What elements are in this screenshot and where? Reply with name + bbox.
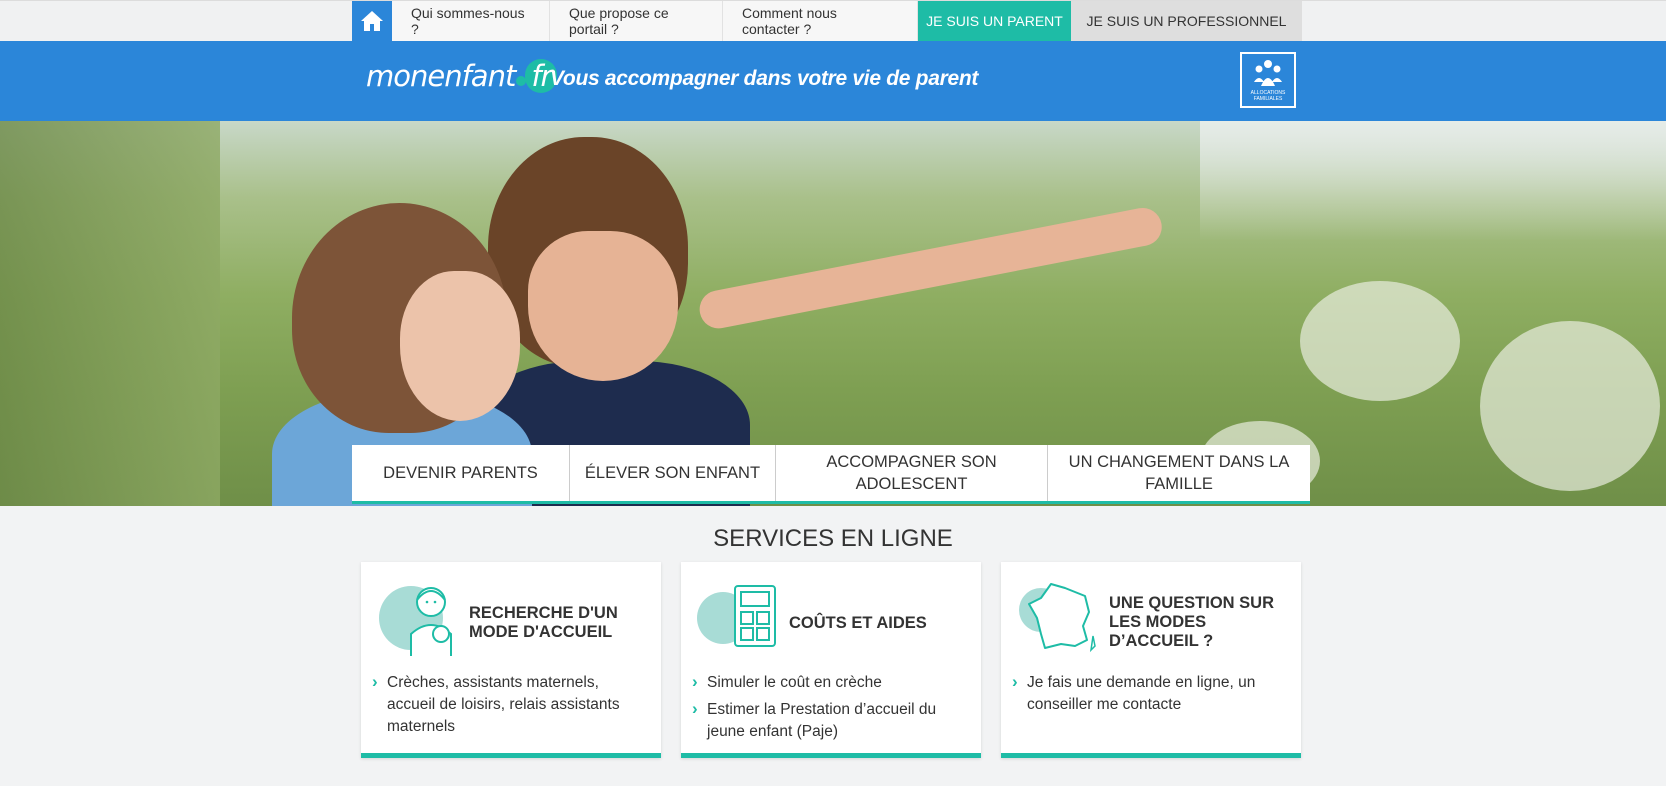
tab-changement-famille[interactable]: Un changement dans la famille — [1048, 445, 1310, 501]
nav-contact[interactable]: Comment nous contacter ? — [723, 1, 918, 41]
site-header: monenfant fr Vous accompagner dans votre … — [0, 41, 1666, 121]
hero-child-older-face — [528, 231, 678, 381]
caf-family-icon — [1254, 60, 1282, 86]
hero-blossom — [1300, 281, 1460, 401]
hero-sky — [1200, 121, 1666, 241]
service-card-title: Coûts et aides — [789, 614, 927, 632]
service-card-link[interactable]: Crèches, assistants maternels, accueil d… — [371, 671, 647, 738]
caf-logo-text: ALLOCATIONS FAMILIALES — [1250, 90, 1286, 102]
service-card-couts-aides[interactable]: Coûts et aides Simuler le coût en crèche… — [681, 562, 981, 758]
top-navigation-bar: Qui sommes-nous ? Que propose ce portail… — [352, 1, 1302, 41]
france-map-icon — [1019, 583, 1096, 653]
nav-que-propose[interactable]: Que propose ce portail ? — [550, 1, 723, 41]
tab-elever-son-enfant[interactable]: Élever son enfant — [570, 445, 776, 501]
professional-space-button[interactable]: JE SUIS UN PROFESSIONNEL — [1071, 1, 1302, 41]
hero-blossom — [1480, 321, 1660, 491]
logo-text: monenfant — [366, 59, 516, 93]
hero-child-younger-face — [400, 271, 520, 421]
site-logo[interactable]: monenfant fr — [366, 59, 558, 93]
parent-space-button[interactable]: JE SUIS UN PARENT — [918, 1, 1071, 41]
service-card-mode-accueil[interactable]: Recherche d'un mode d'accueil Crèches, a… — [361, 562, 661, 758]
service-card-list: Simuler le coût en crèche Estimer la Pre… — [691, 671, 967, 748]
tab-accompagner-adolescent[interactable]: Accompagner son adolescent — [776, 445, 1048, 501]
services-heading: SERVICES EN LIGNE — [713, 525, 953, 552]
tab-devenir-parents[interactable]: Devenir parents — [352, 445, 570, 501]
service-card-list: Je fais une demande en ligne, un conseil… — [1011, 671, 1287, 721]
home-button[interactable] — [352, 1, 392, 41]
calculator-icon — [697, 585, 776, 647]
top-navigation: Qui sommes-nous ? Que propose ce portail… — [0, 0, 1666, 41]
service-card-question[interactable]: Une question sur les modes d’accueil ? J… — [1001, 562, 1301, 758]
hero-child-arm — [696, 204, 1165, 332]
service-card-link[interactable]: Simuler le coût en crèche — [691, 671, 967, 694]
service-card-title: Recherche d'un mode d'accueil — [469, 604, 618, 641]
service-card-title: Une question sur les modes d’accueil ? — [1109, 594, 1275, 650]
service-card-link[interactable]: Estimer la Prestation d’accueil du jeune… — [691, 698, 967, 743]
site-tagline: Vous accompagner dans votre vie de paren… — [550, 67, 979, 90]
category-tabs: Devenir parents Élever son enfant Accomp… — [352, 445, 1310, 504]
hero-foliage — [0, 121, 220, 506]
caf-logo[interactable]: ALLOCATIONS FAMILIALES — [1240, 52, 1296, 108]
home-icon — [361, 11, 383, 31]
childcare-icon — [379, 586, 452, 656]
service-card-list: Crèches, assistants maternels, accueil d… — [371, 671, 647, 743]
nav-qui-sommes-nous[interactable]: Qui sommes-nous ? — [392, 1, 550, 41]
service-card-link[interactable]: Je fais une demande en ligne, un conseil… — [1011, 671, 1287, 716]
